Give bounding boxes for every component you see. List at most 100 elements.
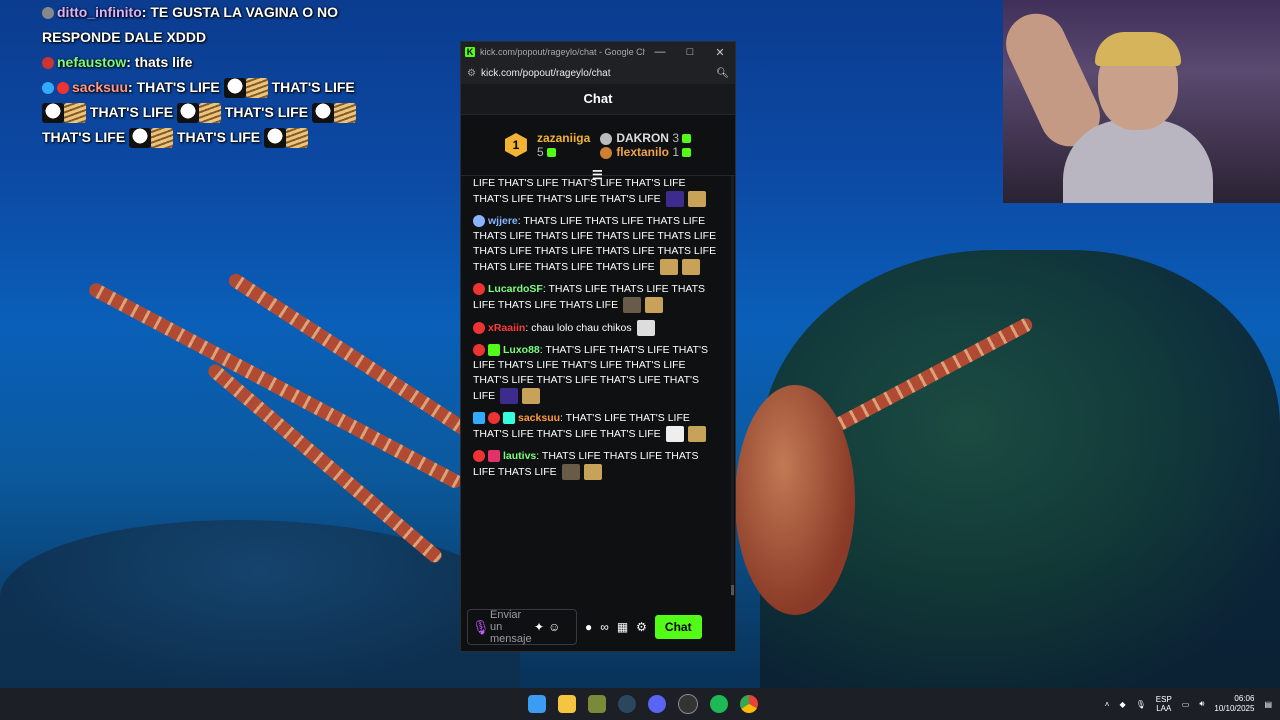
leader-first-name: zazaniiga: [536, 131, 591, 145]
defender-icon[interactable]: ◆: [1119, 700, 1125, 709]
leader-second-name: DAKRON: [616, 131, 669, 145]
overlay-text: : thats life: [126, 54, 193, 70]
chat-message[interactable]: Luxo88: THAT'S LIFE THAT'S LIFE THAT'S L…: [473, 343, 723, 404]
store-icon[interactable]: ▦: [617, 620, 628, 634]
scroll-emote-icon: [645, 297, 664, 313]
rank-3-badge-icon: [600, 146, 613, 159]
wallpaper-octopus: [735, 385, 855, 615]
gift-leaderboard: 1 zazaniiga 5 DAKRON 3 flextanilo 1 ☰: [461, 115, 735, 181]
scroll-emote-icon: [687, 191, 706, 207]
lang-bottom: LAA: [1156, 704, 1172, 713]
emote-picker-icon[interactable]: ✦: [534, 620, 544, 634]
overlay-username: nefaustow: [57, 54, 127, 70]
overlay-line: ditto_infinito: TE GUSTA LA VAGINA O NO …: [42, 0, 362, 50]
microphone-tray-icon[interactable]: 🎙︎: [1136, 700, 1146, 709]
chat-username[interactable]: wjjere: [488, 215, 518, 227]
chrome-icon[interactable]: [740, 695, 758, 713]
windows-start-icon[interactable]: [528, 695, 546, 713]
notification-icon[interactable]: ▤: [1264, 700, 1272, 709]
close-button[interactable]: ✕: [705, 46, 735, 59]
language-indicator[interactable]: ESP LAA: [1156, 695, 1172, 713]
scroll-emote-icon: [681, 259, 700, 275]
chat-message[interactable]: lautivs: THATS LIFE THATS LIFE THATS LIF…: [473, 449, 723, 480]
taskbar-apps: [528, 688, 758, 720]
leader-third-count: 1: [672, 145, 680, 159]
ghost-emote-icon: [42, 103, 64, 124]
scroll-emote-icon: [198, 103, 221, 124]
chat-username[interactable]: Luxo88: [503, 344, 540, 356]
webcam-feed: [1003, 0, 1280, 203]
chat-header: Chat: [461, 84, 735, 115]
maximize-button[interactable]: □: [675, 46, 705, 58]
overlay-text: THAT'S LIFE: [176, 129, 261, 145]
rank-2-badge-icon: [600, 132, 613, 145]
zoom-icon[interactable]: 🔍︎: [716, 68, 729, 79]
badge-icon: [42, 82, 54, 95]
chat-message[interactable]: LucardoSF: THATS LIFE THATS LIFE THATS L…: [473, 282, 723, 313]
leader-rest: DAKRON 3 flextanilo 1: [600, 131, 692, 159]
steam-icon[interactable]: [618, 695, 636, 713]
leader-second[interactable]: DAKRON 3: [600, 131, 692, 145]
message-text: LIFE THAT'S LIFE THAT'S LIFE THAT'S LIFE…: [473, 177, 686, 205]
chat-footer: 🎙︎ Enviar un mensaje ✦ ☺ ● ∞ ▦ ⚙ Chat: [461, 602, 735, 652]
lang-top: ESP: [1155, 695, 1172, 704]
badge-icon: [42, 57, 54, 70]
minimize-button[interactable]: —: [645, 46, 675, 58]
message-placeholder: Enviar un mensaje: [490, 609, 532, 645]
chat-username[interactable]: lautivs: [503, 450, 536, 462]
chat-message[interactable]: sacksuu: THAT'S LIFE THAT'S LIFE THAT'S …: [473, 411, 723, 442]
leader-first[interactable]: zazaniiga 5: [537, 131, 590, 159]
chat-message[interactable]: LIFE THAT'S LIFE THAT'S LIFE THAT'S LIFE…: [473, 176, 723, 207]
site-info-icon[interactable]: ⚙: [467, 68, 481, 79]
chevron-up-icon[interactable]: ˄: [1105, 700, 1110, 709]
user-badge-icon: [473, 283, 485, 296]
chat-username[interactable]: xRaaiin: [488, 322, 525, 334]
chat-username[interactable]: LucardoSF: [488, 283, 543, 295]
chat-message[interactable]: xRaaiin: chau lolo chau chikos: [473, 320, 723, 336]
chat-messages[interactable]: LIFE THAT'S LIFE THAT'S LIFE THAT'S LIFE…: [461, 176, 735, 596]
window-titlebar[interactable]: K kick.com/popout/rageylo/chat - Google …: [461, 42, 735, 62]
discord-icon[interactable]: [648, 695, 666, 713]
user-badge-icon: [473, 322, 485, 334]
network-icon[interactable]: ▭: [1182, 700, 1190, 709]
chat-message[interactable]: wjjere: THATS LIFE THATS LIFE THATS LIFE…: [473, 214, 723, 275]
ghost-emote-icon: [176, 103, 199, 124]
leader-third-name: flextanilo: [616, 145, 669, 159]
minecraft-icon[interactable]: [588, 695, 606, 713]
obs-icon[interactable]: [678, 694, 698, 714]
overlay-text: THAT'S LIFE: [89, 104, 174, 120]
chat-scrollbar-thumb[interactable]: [731, 585, 734, 595]
overlay-username: ditto_infinito: [57, 4, 142, 20]
leader-third[interactable]: flextanilo 1: [600, 145, 692, 159]
emoji-icon[interactable]: ☺: [548, 620, 560, 634]
kick-logo-icon: K: [465, 47, 475, 57]
chat-popup-window[interactable]: K kick.com/popout/rageylo/chat - Google …: [460, 41, 736, 652]
overlay-text: THAT'S LIFE: [42, 129, 126, 145]
file-explorer-icon[interactable]: [558, 695, 576, 713]
wizard-emote-icon: [665, 191, 684, 207]
url-text[interactable]: kick.com/popout/rageylo/chat: [481, 68, 716, 79]
overlay-text: : THAT'S LIFE: [128, 79, 220, 95]
gift-icon: [546, 148, 556, 158]
scroll-emote-icon: [286, 128, 309, 149]
overlay-line: sacksuu: THAT'S LIFE THAT'S LIFE THAT'S …: [42, 75, 362, 150]
send-chat-button[interactable]: Chat: [654, 615, 702, 639]
clock-time: 06:06: [1234, 694, 1255, 703]
overlay-username: sacksuu: [72, 79, 129, 95]
chat-username[interactable]: sacksuu: [518, 412, 560, 424]
volume-icon[interactable]: 🔊︎: [1199, 699, 1204, 709]
clock[interactable]: 06:06 10/10/2025: [1214, 694, 1254, 714]
rank-1-badge: 1: [504, 133, 527, 157]
gift-icon: [682, 148, 692, 158]
microphone-icon[interactable]: 🎙︎: [472, 619, 490, 636]
spotify-icon[interactable]: [710, 695, 728, 713]
overlay-line: nefaustow: thats life: [42, 50, 362, 75]
infinity-icon[interactable]: ∞: [600, 620, 609, 634]
user-badge-icon: [488, 450, 500, 463]
message-input[interactable]: 🎙︎ Enviar un mensaje ✦ ☺: [467, 609, 577, 645]
kicks-icon[interactable]: ●: [585, 620, 592, 634]
chat-scrollbar[interactable]: [731, 176, 734, 596]
settings-gear-icon[interactable]: ⚙: [636, 620, 647, 634]
address-bar[interactable]: ⚙ kick.com/popout/rageylo/chat 🔍︎: [461, 62, 735, 84]
gift-icon: [682, 134, 692, 144]
